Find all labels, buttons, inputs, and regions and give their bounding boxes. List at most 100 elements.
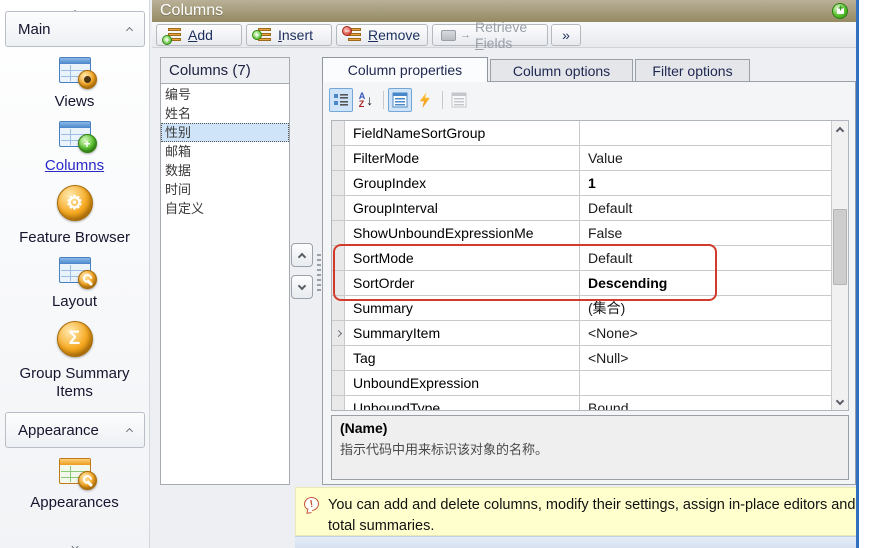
list-item[interactable]: 姓名 — [161, 104, 289, 123]
list-item[interactable]: 编号 — [161, 85, 289, 104]
group-header-appearance[interactable]: Appearance — [5, 412, 145, 448]
collapse-chevron-icon — [125, 26, 134, 35]
row-margin — [332, 246, 345, 270]
alphabetical-sort-button[interactable]: A Z ↓ — [354, 88, 378, 112]
views-grid-icon — [55, 57, 97, 89]
property-value[interactable]: Default — [580, 196, 832, 220]
sidebar-item-group-summary-items[interactable]: Σ Group Summary Items — [0, 321, 149, 401]
property-name: GroupIndex — [345, 171, 580, 195]
events-button[interactable] — [413, 88, 437, 112]
hint-bar: ! You can add and delete columns, modify… — [295, 487, 870, 536]
columns-list-panel: Columns (7) 编号 姓名 性别 邮箱 数据 时间 自定义 — [160, 57, 290, 485]
list-item[interactable]: 数据 — [161, 161, 289, 180]
sidebar-item-columns[interactable]: + Columns — [0, 121, 149, 175]
sidebar-item-label: Columns — [44, 157, 105, 174]
property-row-filtermode[interactable]: FilterMode Value — [332, 146, 832, 171]
property-row-summaryitem[interactable]: SummaryItem <None> — [332, 321, 832, 346]
property-row-fieldnamesortgroup[interactable]: FieldNameSortGroup — [332, 121, 832, 146]
columns-list: 编号 姓名 性别 邮箱 数据 时间 自定义 — [161, 84, 289, 484]
property-value[interactable]: Descending — [580, 271, 832, 295]
scroll-up-button[interactable] — [832, 121, 848, 137]
appearances-grid-wrench-icon — [55, 458, 97, 490]
sidebar-item-views[interactable]: Views — [0, 57, 149, 111]
property-name: ShowUnboundExpressionMe — [345, 221, 580, 245]
property-value[interactable]: Value — [580, 146, 832, 170]
events-icon — [419, 92, 430, 108]
property-row-groupinterval[interactable]: GroupInterval Default — [332, 196, 832, 221]
property-row-unboundexpression[interactable]: UnboundExpression — [332, 371, 832, 396]
add-button[interactable]: + Add — [156, 24, 242, 46]
property-grid-toolbar: A Z ↓ — [329, 87, 472, 113]
sidebar-scroll-down-icon[interactable] — [70, 539, 79, 548]
property-value[interactable]: False — [580, 221, 832, 245]
move-column-down-button[interactable] — [291, 275, 313, 299]
alphabetical-sort-icon: A Z ↓ — [358, 91, 374, 109]
property-value[interactable] — [580, 121, 832, 145]
sidebar-nav: Main Views + Columns ⚙ Feature Browser Layout Σ… — [0, 11, 149, 512]
remove-button[interactable]: − Remove — [336, 24, 428, 46]
button-label: Retrieve Fields — [475, 19, 528, 51]
property-name: Tag — [345, 346, 580, 370]
sidebar-item-layout[interactable]: Layout — [0, 257, 149, 311]
property-name: FilterMode — [345, 146, 580, 170]
sidebar-item-feature-browser[interactable]: ⚙ Feature Browser — [0, 185, 149, 247]
property-row-sortmode[interactable]: SortMode Default — [332, 246, 832, 271]
property-pages-icon — [451, 92, 467, 108]
row-margin — [332, 346, 345, 370]
move-column-up-button[interactable] — [291, 243, 313, 267]
row-margin — [332, 121, 345, 145]
row-margin — [332, 171, 345, 195]
property-value[interactable]: Default — [580, 246, 832, 270]
property-name: SortOrder — [345, 271, 580, 295]
list-item[interactable]: 时间 — [161, 180, 289, 199]
property-value[interactable]: <Null> — [580, 346, 832, 370]
property-row-groupindex[interactable]: GroupIndex 1 — [332, 171, 832, 196]
property-value[interactable] — [580, 371, 832, 395]
property-value[interactable]: <None> — [580, 321, 832, 345]
add-green-orb-icon[interactable]: + — [832, 3, 848, 19]
property-row-unboundtype[interactable]: UnboundType Bound — [332, 396, 832, 410]
list-item[interactable]: 性别 — [161, 123, 289, 142]
tab-column-options[interactable]: Column options — [490, 59, 633, 82]
sidebar-item-appearances[interactable]: Appearances — [0, 458, 149, 512]
property-list-button[interactable] — [388, 88, 412, 112]
insert-button[interactable]: + Insert — [246, 24, 332, 46]
sidebar-item-label: Views — [54, 93, 95, 110]
bottom-strip — [295, 536, 870, 548]
splitter-grip[interactable] — [317, 254, 321, 294]
categorized-icon — [334, 94, 348, 106]
hint-text: You can add and delete columns, modify t… — [328, 497, 870, 534]
property-description-title: (Name) — [340, 420, 388, 436]
row-margin — [332, 321, 345, 345]
property-grid-scrollbar[interactable] — [831, 121, 848, 410]
group-summary-sigma-icon: Σ — [55, 321, 95, 359]
list-item[interactable]: 邮箱 — [161, 142, 289, 161]
layout-grid-wrench-icon — [55, 257, 97, 289]
feature-browser-gear-icon: ⚙ — [55, 185, 95, 223]
row-margin — [332, 196, 345, 220]
property-value[interactable]: Bound — [580, 396, 832, 410]
property-row-summary[interactable]: Summary (集合) — [332, 296, 832, 321]
scrollbar-thumb[interactable] — [833, 209, 847, 285]
collapse-chevron-icon — [125, 427, 134, 436]
property-row-sortorder[interactable]: SortOrder Descending — [332, 271, 832, 296]
button-label: Add — [188, 27, 213, 43]
property-value[interactable]: (集合) — [580, 296, 832, 320]
toolbar-overflow-button[interactable]: » — [551, 24, 581, 46]
row-margin — [332, 296, 345, 320]
property-description-text: 指示代码中用来标识该对象的名称。 — [340, 442, 549, 457]
group-header-main[interactable]: Main — [5, 11, 145, 47]
sidebar: Main Views + Columns ⚙ Feature Browser Layout Σ… — [0, 0, 150, 548]
property-grid-rows: FieldNameSortGroup FilterMode Value GroupIn… — [332, 121, 832, 410]
grid-designer-window: Main Views + Columns ⚙ Feature Browser Layout Σ… — [0, 0, 870, 548]
property-name: FieldNameSortGroup — [345, 121, 580, 145]
tab-filter-options[interactable]: Filter options — [635, 59, 750, 82]
categorized-button[interactable] — [329, 88, 353, 112]
scroll-down-button[interactable] — [832, 394, 848, 410]
property-row-tag[interactable]: Tag <Null> — [332, 346, 832, 371]
property-row-showunboundexpressionme[interactable]: ShowUnboundExpressionMe False — [332, 221, 832, 246]
list-item[interactable]: 自定义 — [161, 199, 289, 218]
property-name: SummaryItem — [345, 321, 580, 345]
tab-column-properties[interactable]: Column properties — [322, 57, 488, 82]
property-value[interactable]: 1 — [580, 171, 832, 195]
